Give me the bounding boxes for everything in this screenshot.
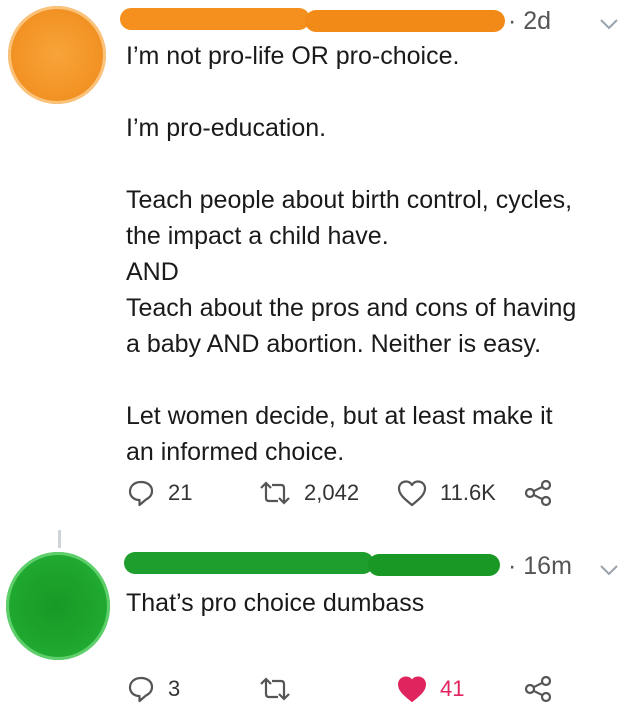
tweet-actions: 21 2,042 11.6K — [0, 476, 640, 516]
retweet-arrows-icon — [260, 677, 290, 701]
share-button[interactable] — [522, 478, 554, 508]
original-tweet: · 2d I’m not pro-life OR pro-choice. I’m… — [0, 0, 640, 530]
tweet-line: Teach about the pros and cons of having — [126, 294, 577, 322]
avatar-redacted[interactable] — [6, 552, 110, 660]
speech-bubble-icon — [128, 480, 154, 507]
tweet-line: That’s pro choice dumbass — [126, 589, 425, 617]
like-count: 11.6K — [440, 480, 496, 505]
tweet-line: Teach people about birth control, cycles… — [126, 186, 573, 214]
tweet-line: I’m pro-education. — [126, 114, 327, 142]
tweet-line: I’m not pro-life OR pro-choice. — [126, 42, 460, 70]
reply-button[interactable]: 3 — [126, 674, 180, 704]
like-button[interactable]: 11.6K — [396, 478, 496, 508]
reply-count: 3 — [168, 676, 181, 701]
heart-icon — [398, 676, 426, 702]
chevron-down-icon[interactable] — [598, 563, 620, 577]
tweet-line: the impact a child have. — [126, 222, 389, 250]
author-name-redacted[interactable] — [124, 552, 374, 574]
tweet-line: AND — [126, 258, 179, 286]
tweet-line: Let women decide, but at least make it — [126, 402, 553, 430]
reply-button[interactable]: 21 — [126, 478, 192, 508]
tweet-timestamp[interactable]: · 16m — [508, 552, 572, 581]
retweet-arrows-icon — [260, 481, 290, 505]
tweet-timestamp[interactable]: · 2d — [508, 7, 551, 36]
retweet-count: 2,042 — [304, 480, 360, 505]
author-handle-redacted[interactable] — [368, 554, 500, 576]
like-count: 41 — [440, 676, 465, 701]
tweet-line: an informed choice. — [126, 438, 345, 466]
speech-bubble-icon — [128, 676, 154, 703]
tweet-line: a baby AND abortion. Neither is easy. — [126, 330, 542, 358]
retweet-button[interactable]: 2,042 — [258, 478, 359, 508]
tweet-body: That’s pro choice dumbass — [126, 585, 626, 621]
tweet-body: I’m not pro-life OR pro-choice. I’m pro-… — [126, 38, 626, 470]
author-name-redacted[interactable] — [120, 8, 310, 30]
retweet-button[interactable] — [258, 674, 304, 704]
tweet-actions: 3 41 — [0, 672, 640, 712]
author-handle-redacted[interactable] — [305, 10, 505, 32]
share-button[interactable] — [522, 674, 554, 704]
share-nodes-icon — [524, 479, 552, 507]
heart-icon — [397, 480, 427, 507]
thread-connector-line — [58, 530, 61, 548]
like-button[interactable]: 41 — [396, 674, 464, 704]
reply-tweet: · 16m That’s pro choice dumbass 3 41 — [0, 530, 640, 716]
chevron-down-icon[interactable] — [598, 17, 620, 31]
share-nodes-icon — [524, 675, 552, 703]
avatar-redacted[interactable] — [8, 6, 106, 104]
reply-count: 21 — [168, 480, 193, 505]
